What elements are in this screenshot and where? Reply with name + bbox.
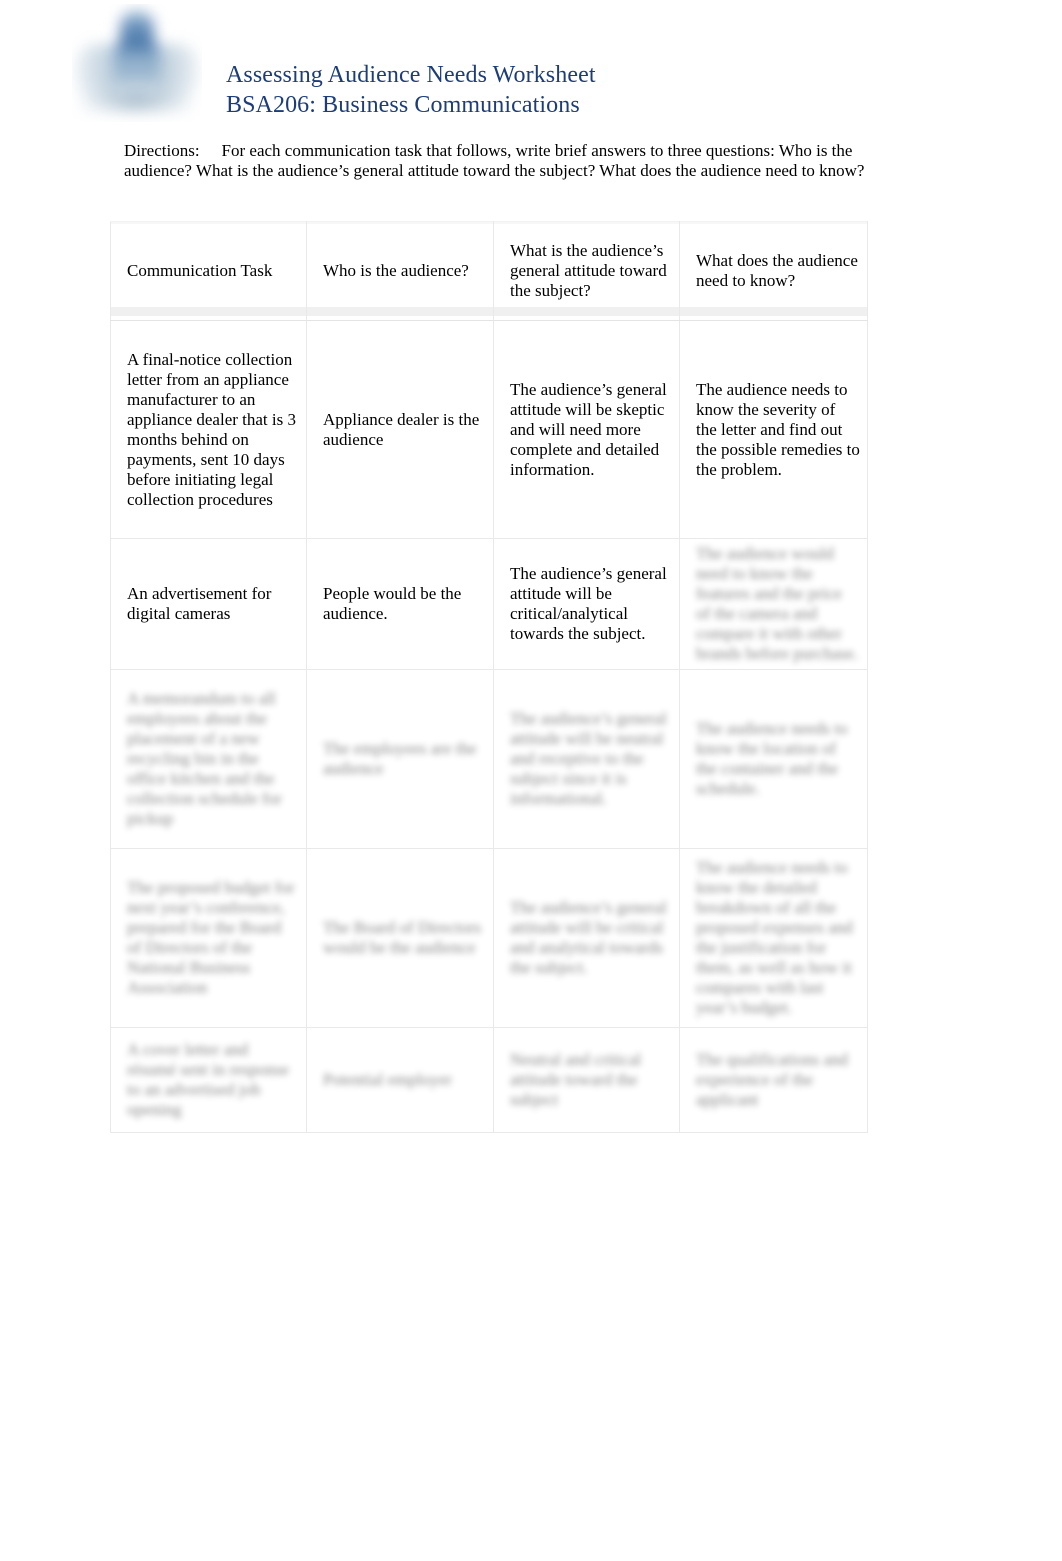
crest-glow xyxy=(72,4,202,122)
cell-communication-task[interactable]: A final-notice collection letter from an… xyxy=(110,320,307,539)
cell-communication-task[interactable]: A memorandum to all employees about the … xyxy=(110,669,307,849)
column-header-audience-attitude: What is the audience’s general attitude … xyxy=(493,221,680,321)
cell-audience-need-to-know[interactable]: The audience needs to know the severity … xyxy=(679,320,868,539)
cell-communication-task[interactable]: The proposed budget for next year’s conf… xyxy=(110,848,307,1028)
crest-icon xyxy=(72,4,202,122)
table-header-row: Communication Task Who is the audience? … xyxy=(110,221,868,321)
table-row: A memorandum to all employees about the … xyxy=(110,669,868,849)
cell-audience-attitude[interactable]: The audience’s general attitude will be … xyxy=(493,848,680,1028)
directions-label: Directions: xyxy=(124,141,200,160)
cell-audience-attitude[interactable]: The audience’s general attitude will be … xyxy=(493,320,680,539)
column-header-communication-task: Communication Task xyxy=(110,221,307,321)
cell-audience-need-to-know[interactable]: The audience would need to know the feat… xyxy=(679,538,868,670)
cell-communication-task[interactable]: A cover letter and résumé sent in respon… xyxy=(110,1027,307,1133)
cell-who-is-the-audience[interactable]: Potential employer xyxy=(306,1027,494,1133)
table-row: An advertisement for digital cameras Peo… xyxy=(110,538,868,670)
cell-who-is-the-audience[interactable]: The Board of Directors would be the audi… xyxy=(306,848,494,1028)
table-row: The proposed budget for next year’s conf… xyxy=(110,848,868,1028)
table-row: A final-notice collection letter from an… xyxy=(110,320,868,539)
cell-audience-attitude[interactable]: Neutral and critical attitude toward the… xyxy=(493,1027,680,1133)
cell-who-is-the-audience[interactable]: Appliance dealer is the audience xyxy=(306,320,494,539)
cell-audience-need-to-know[interactable]: The qualifications and experience of the… xyxy=(679,1027,868,1133)
cell-audience-attitude[interactable]: The audience’s general attitude will be … xyxy=(493,669,680,849)
course-title: BSA206: Business Communications xyxy=(226,92,580,118)
university-crest-logo xyxy=(72,4,202,122)
directions-paragraph: Directions: For each communication task t… xyxy=(124,141,872,181)
cell-audience-need-to-know[interactable]: The audience needs to know the detailed … xyxy=(679,848,868,1028)
cell-audience-attitude[interactable]: The audience’s general attitude will be … xyxy=(493,538,680,670)
audience-needs-table: Communication Task Who is the audience? … xyxy=(110,221,868,1133)
worksheet-title: Assessing Audience Needs Worksheet xyxy=(226,62,596,88)
page-title: Assessing Audience Needs Worksheet BSA20… xyxy=(226,60,596,120)
cell-audience-need-to-know[interactable]: The audience needs to know the location … xyxy=(679,669,868,849)
column-header-who-is-the-audience: Who is the audience? xyxy=(306,221,494,321)
cell-who-is-the-audience[interactable]: The employees are the audience xyxy=(306,669,494,849)
directions-body: For each communication task that follows… xyxy=(124,141,865,180)
cell-who-is-the-audience[interactable]: People would be the audience. xyxy=(306,538,494,670)
document-header: Assessing Audience Needs Worksheet BSA20… xyxy=(0,0,1062,128)
column-header-audience-need-to-know: What does the audience need to know? xyxy=(679,221,868,321)
cell-communication-task[interactable]: An advertisement for digital cameras xyxy=(110,538,307,670)
table-row: A cover letter and résumé sent in respon… xyxy=(110,1027,868,1133)
